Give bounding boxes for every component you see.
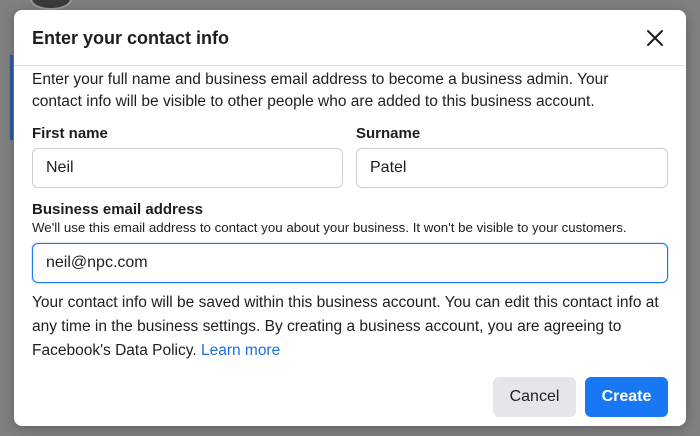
dialog-description: Enter your full name and business email …	[32, 71, 609, 110]
create-button[interactable]: Create	[585, 377, 668, 417]
surname-input[interactable]	[356, 148, 668, 188]
close-button[interactable]	[644, 27, 666, 49]
background-nav-indicator	[10, 55, 13, 140]
email-label: Business email address	[32, 201, 203, 218]
contact-info-dialog: Enter your contact info Enter your full …	[14, 10, 686, 426]
background-avatar	[30, 0, 72, 10]
footer-body: Your contact info will be saved within t…	[32, 294, 659, 359]
first-name-label: First name	[32, 125, 108, 142]
cancel-button[interactable]: Cancel	[493, 377, 576, 417]
dialog-title: Enter your contact info	[32, 28, 230, 48]
surname-label: Surname	[356, 125, 421, 142]
email-input[interactable]	[32, 243, 668, 283]
dialog-header: Enter your contact info	[14, 10, 686, 66]
learn-more-link[interactable]: Learn more	[201, 342, 280, 359]
first-name-input[interactable]	[32, 148, 343, 188]
email-hint: We'll use this email address to contact …	[32, 220, 627, 235]
footer-text: Your contact info will be saved within t…	[32, 291, 672, 363]
close-icon	[647, 30, 663, 46]
